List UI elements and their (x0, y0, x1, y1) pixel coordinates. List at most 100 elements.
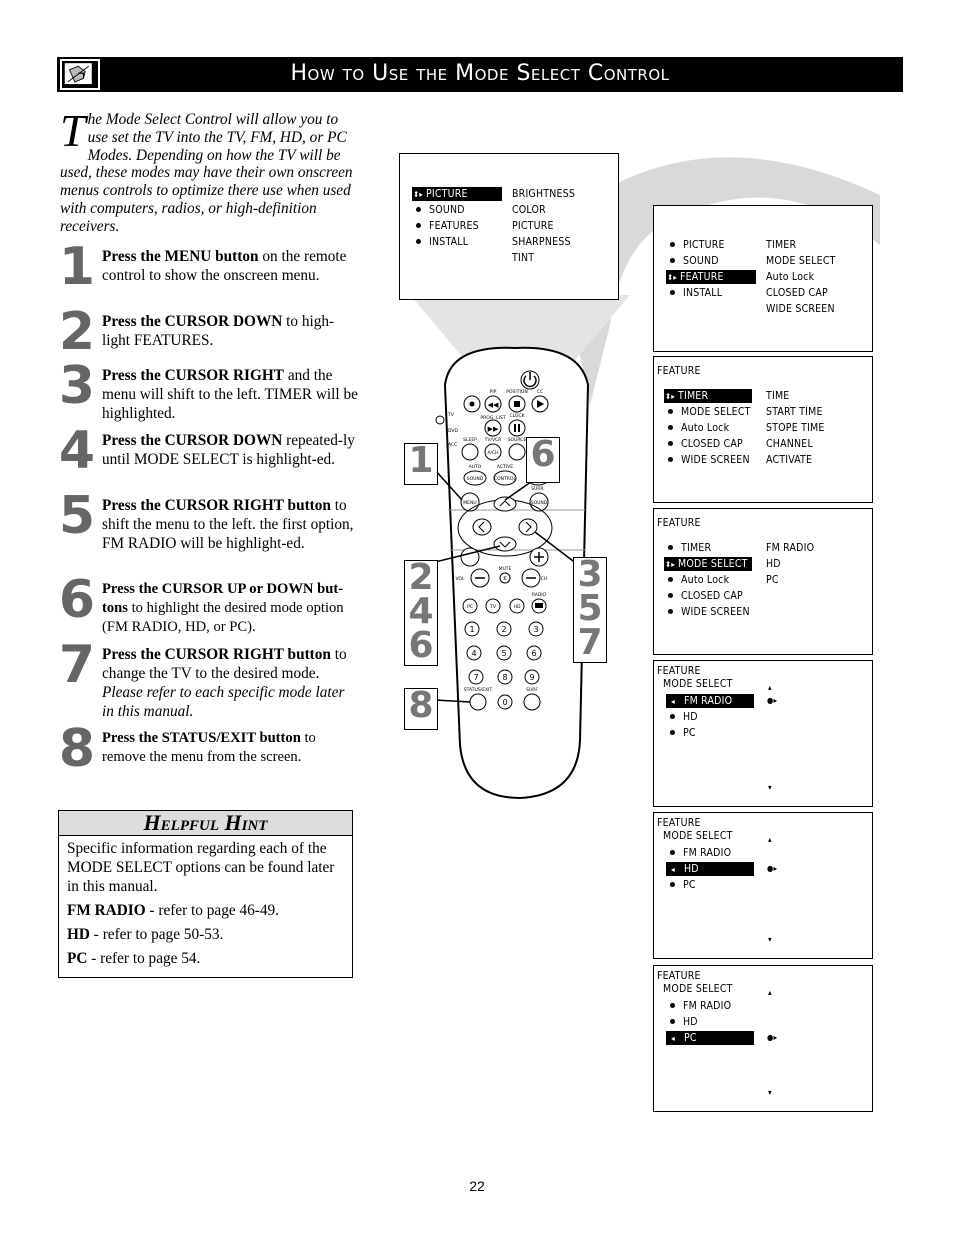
digit-5-button[interactable]: 5 (496, 645, 512, 661)
tv-mode-label: TV (447, 412, 455, 418)
menu-item[interactable]: ◂ HD (666, 862, 754, 876)
digit-8-button[interactable]: 8 (497, 669, 513, 685)
menu-item[interactable]: PICTURE (666, 238, 756, 252)
menu-item[interactable]: Auto Lock (664, 421, 752, 435)
menu-screen-mode-fm: FEATURE MODE SELECT ◂ FM RADIO HD PC ▴ ●▸ ▾ (653, 660, 873, 807)
svg-text:A/CH: A/CH (487, 450, 498, 456)
svg-text:2: 2 (501, 625, 506, 634)
menu-item-label: FM RADIO (684, 695, 733, 707)
ach-button[interactable]: A/CH (484, 443, 502, 461)
menu-item-label: INSTALL (683, 287, 723, 299)
menu-item[interactable]: ⬍▸ MODE SELECT (664, 557, 752, 571)
submenu-item: SHARPNESS (512, 236, 571, 248)
power-button[interactable] (520, 370, 540, 390)
menu-item[interactable]: PC (666, 726, 754, 740)
intro-paragraph: The Mode Select Control will allow you t… (60, 105, 356, 236)
digit-1-button[interactable]: 1 (464, 621, 480, 637)
auto-sound-button[interactable]: SOUND (463, 470, 487, 486)
menu-item[interactable]: CLOSED CAP (664, 437, 752, 451)
menu-item[interactable]: WIDE SCREEN (664, 453, 752, 467)
menu-item[interactable]: CLOSED CAP (664, 589, 752, 603)
menu-item[interactable]: INSTALL (666, 286, 756, 300)
menu-item[interactable]: HD (666, 1015, 754, 1029)
hint-ref-label: PC (67, 950, 88, 967)
cursor-left-button[interactable] (472, 518, 492, 536)
menu-item[interactable]: ◂ FM RADIO (666, 694, 754, 708)
channel-up-button[interactable] (529, 547, 549, 567)
menu-item[interactable]: ⬍▸ FEATURE (666, 270, 756, 284)
menu-item[interactable]: PC (666, 878, 754, 892)
step-number: 5 (58, 486, 95, 546)
tv-mode-button[interactable]: TV (485, 598, 501, 614)
cursor-down-button[interactable] (493, 536, 517, 552)
step-3: 3 Press the CURSOR RIGHT and the menu wi… (58, 360, 358, 423)
pc-mode-button[interactable]: PC (462, 598, 478, 614)
channel-down-button[interactable] (521, 568, 541, 588)
cc-button[interactable] (531, 395, 549, 413)
volume-up-button[interactable] (460, 547, 480, 567)
digit-2-button[interactable]: 2 (496, 621, 512, 637)
digit-7-button[interactable]: 7 (468, 669, 484, 685)
menu-item-label: SOUND (683, 255, 719, 267)
menu-item[interactable]: FM RADIO (666, 999, 754, 1013)
menu-item[interactable]: MODE SELECT (664, 405, 752, 419)
svg-text:1: 1 (469, 625, 474, 634)
digit-3-button[interactable]: 3 (528, 621, 544, 637)
menu-item-label: FM RADIO (683, 1000, 732, 1012)
menu-item[interactable]: ◂ PC (666, 1031, 754, 1045)
digit-0-button[interactable]: 0 (497, 694, 513, 710)
submenu-item: PICTURE (512, 220, 554, 232)
nav-arrows-icon: ⬍▸ (412, 190, 424, 199)
menu-button[interactable]: MENU (460, 492, 480, 512)
menu-item[interactable]: TIMER (664, 541, 752, 555)
menu-item-label: MODE SELECT (678, 558, 748, 570)
prog-list-button[interactable]: ▶▶ (484, 419, 502, 437)
sleep-button[interactable] (461, 443, 479, 461)
menu-item[interactable]: ⬍▸ TIMER (664, 389, 752, 403)
bullet-icon (416, 223, 421, 228)
clock-button[interactable] (508, 419, 526, 437)
menu-item[interactable]: FM RADIO (666, 846, 754, 860)
dropcap: T (60, 105, 86, 156)
menu-item[interactable]: HD (666, 710, 754, 724)
pip-button[interactable]: ◀◀ (484, 395, 502, 413)
menu-item[interactable]: Auto Lock (664, 573, 752, 587)
menu-item[interactable]: WIDE SCREEN (664, 605, 752, 619)
select-indicator-icon: ●▸ (767, 864, 778, 873)
surr-label: SURR. (531, 486, 545, 492)
source-button[interactable] (508, 443, 526, 461)
menu-item[interactable]: SOUND (666, 254, 756, 268)
position-button[interactable] (508, 395, 526, 413)
hd-mode-button[interactable]: HD (509, 598, 525, 614)
digit-9-button[interactable]: 9 (524, 669, 540, 685)
record-button[interactable] (463, 395, 481, 413)
step-number: 3 (58, 356, 95, 416)
svg-text:◀◀: ◀◀ (488, 401, 499, 409)
radio-mode-button[interactable] (531, 598, 547, 614)
left-arrow-icon: ◂ (671, 697, 675, 706)
menu-item[interactable]: SOUND (412, 203, 502, 217)
hint-title: Helpful Hint (59, 811, 352, 836)
surf-button[interactable] (523, 693, 541, 711)
nav-arrows-icon: ⬍▸ (664, 560, 676, 569)
menu-item[interactable]: ⬍▸ PICTURE (412, 187, 502, 201)
cursor-right-button[interactable] (518, 518, 538, 536)
svg-text:CONTROL: CONTROL (494, 476, 516, 482)
mute-button[interactable]: K (499, 572, 511, 584)
svg-text:▶▶: ▶▶ (488, 425, 499, 433)
menu-item[interactable]: INSTALL (412, 235, 502, 249)
status-exit-button[interactable] (469, 693, 487, 711)
volume-down-button[interactable] (470, 568, 490, 588)
mode-switch[interactable] (435, 415, 445, 425)
menu-item-label: PICTURE (683, 239, 725, 251)
scroll-down-icon: ▾ (768, 935, 772, 944)
step-4: 4 Press the CURSOR DOWN repeated-ly unti… (58, 425, 358, 477)
digit-4-button[interactable]: 4 (466, 645, 482, 661)
menu-item[interactable]: FEATURES (412, 219, 502, 233)
digit-6-button[interactable]: 6 (526, 645, 542, 661)
screen-title: FEATURE (657, 365, 701, 377)
active-control-button[interactable]: CONTROL (493, 470, 517, 486)
step-note: Please refer to each specific mode later… (102, 684, 345, 720)
submenu-item: Auto Lock (766, 271, 815, 283)
bullet-icon (668, 593, 673, 598)
